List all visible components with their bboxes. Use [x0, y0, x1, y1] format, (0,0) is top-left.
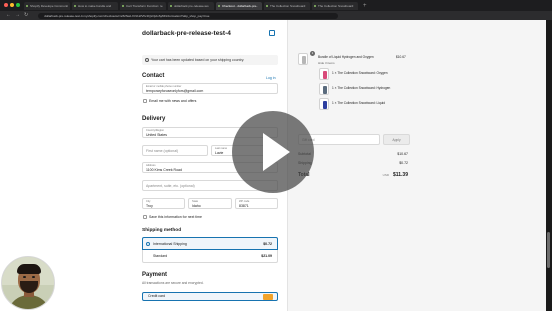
contact-heading: Contact: [142, 73, 165, 79]
city-field[interactable]: City Troy: [142, 198, 185, 209]
browser-tab-active[interactable]: Checkout - dollarback-pre-: [216, 1, 262, 10]
bundle-subitem: 1 × The Collection Snowboard: Oxygen: [332, 71, 388, 75]
browser-tab[interactable]: How to make bundle and: [72, 1, 118, 10]
forward-arrow-icon[interactable]: →: [15, 11, 20, 20]
email-field-value: temporaryforuseonlyfors@gmail.com: [146, 89, 204, 93]
first-name-placeholder: First name (optional): [146, 149, 179, 153]
snowboard-image: [323, 86, 327, 94]
address-label: Address: [146, 164, 156, 167]
play-icon: [263, 133, 290, 171]
browser-tab[interactable]: The Collection Snowboard:: [312, 1, 358, 10]
shipping-option-name: International Shipping: [153, 242, 187, 246]
apartment-placeholder: Apartment, suite, etc. (optional): [146, 184, 195, 188]
bundle-thumbnail: [298, 53, 308, 65]
snowboard-thumbnail: [319, 68, 329, 80]
presenter-eye: [23, 276, 26, 278]
store-name[interactable]: dollarback-pre-release-test-4: [142, 30, 231, 37]
bundle-price: $10.67: [396, 55, 406, 59]
shipping-option-name: Standard: [153, 254, 168, 258]
shipping-option-standard[interactable]: Standard $21.09: [142, 250, 278, 263]
zip-field[interactable]: ZIP code 83871: [235, 198, 278, 209]
subtotal-value: $10.67: [397, 152, 408, 156]
snowboard-image: [323, 101, 327, 109]
city-label: City: [146, 200, 151, 203]
shipping-option-price: $21.09: [261, 254, 272, 258]
scrollbar-thumb[interactable]: [547, 232, 550, 268]
last-name-value: Lavie: [215, 151, 224, 155]
browser-tab-bar: Shopify Develope Communit How to make bu…: [0, 0, 552, 11]
credit-card-label: Credit card: [148, 294, 166, 298]
notice-text: Your cart has been updated based on your…: [151, 58, 245, 62]
info-icon: [145, 58, 149, 62]
browser-tab[interactable]: dollarback pre-release-tes: [168, 1, 214, 10]
cart-updated-notice: Your cart has been updated based on your…: [142, 55, 278, 65]
state-select[interactable]: State Idaho: [188, 198, 232, 209]
browser-tab[interactable]: Cart Transform Function: re: [120, 1, 166, 10]
presenter-eye: [32, 276, 35, 278]
snowboard-thumbnail: [319, 83, 329, 95]
total-value: $11.39: [392, 172, 408, 178]
snowboard-thumbnail: [319, 98, 329, 110]
presenter-hair: [17, 264, 41, 274]
back-arrow-icon[interactable]: ←: [6, 11, 11, 20]
reload-icon[interactable]: ↻: [24, 11, 28, 20]
quantity-badge: 1: [310, 51, 315, 56]
newsletter-label: Email me with news and offers: [149, 99, 197, 103]
last-name-label: Last name: [215, 147, 228, 150]
bundle-subitem: 1 × The Collection Snowboard: Hydrogen: [332, 86, 391, 90]
email-field[interactable]: Email or mobile phone number temporaryfo…: [142, 83, 278, 94]
state-label: State: [192, 200, 199, 203]
radio-selected-icon[interactable]: [146, 242, 150, 246]
bundle-title: Bundle of Liquid Hydrogen and Oxygen: [318, 55, 374, 59]
apply-button[interactable]: Apply: [383, 134, 410, 145]
log-in-link[interactable]: Log in: [266, 76, 276, 80]
newsletter-checkbox[interactable]: [143, 99, 147, 103]
presenter-shoulders: [7, 295, 51, 309]
window-controls[interactable]: [4, 3, 20, 7]
close-window-icon[interactable]: [4, 3, 8, 7]
zip-value: 83871: [239, 204, 249, 208]
city-value: Troy: [146, 204, 153, 208]
zip-label: ZIP code: [239, 200, 250, 203]
address-bar-row: ← → ↻ dollarback-pre-release-test-4.mysh…: [0, 11, 552, 20]
save-info-checkbox[interactable]: [143, 215, 147, 219]
snowboard-image: [323, 71, 327, 79]
maximize-window-icon[interactable]: [16, 3, 20, 7]
shopping-bag-icon[interactable]: [269, 30, 275, 36]
total-row: Total USD $11.39: [298, 172, 408, 180]
shipping-row: Shipping $0.72: [298, 161, 408, 165]
shipping-option-international[interactable]: International Shipping $0.72: [142, 237, 278, 250]
minimize-window-icon[interactable]: [10, 3, 14, 7]
credit-card-option[interactable]: Credit card: [142, 292, 278, 301]
url-field[interactable]: dollarback-pre-release-test-4.myshopify.…: [38, 12, 339, 19]
shipping-value: $0.72: [399, 161, 408, 165]
address-value: 1100 Kims Creek Road: [146, 168, 182, 172]
state-value: Idaho: [192, 204, 201, 208]
payment-subtext: All transactions are secure and encrypte…: [142, 281, 204, 285]
credit-card-icon: [263, 294, 273, 300]
hide-items-toggle[interactable]: Hide 3 items: [318, 61, 335, 65]
first-name-field[interactable]: First name (optional): [142, 145, 208, 156]
browser-tab[interactable]: The Collection Snowboard:: [264, 1, 310, 10]
subtotal-row: Subtotal $10.67: [298, 152, 408, 156]
webcam-bubble: [1, 256, 55, 310]
browser-tab[interactable]: Shopify Develope Communit: [24, 1, 70, 10]
payment-heading: Payment: [142, 272, 168, 278]
country-value: United States: [146, 133, 168, 137]
delivery-heading: Delivery: [142, 116, 166, 122]
country-label: Country/Region: [146, 129, 165, 132]
save-info-label: Save this information for next time: [149, 215, 202, 219]
bundle-subitem: 1 × The Collection Snowboard: Liquid: [332, 101, 386, 105]
new-tab-button[interactable]: +: [360, 2, 367, 10]
bundle-image: [302, 56, 306, 64]
email-field-label: Email or mobile phone number: [146, 85, 182, 88]
total-currency: USD: [382, 173, 389, 177]
play-button[interactable]: [232, 111, 314, 193]
shipping-method-heading: Shipping method: [142, 228, 182, 233]
shipping-option-price: $0.72: [263, 242, 272, 246]
